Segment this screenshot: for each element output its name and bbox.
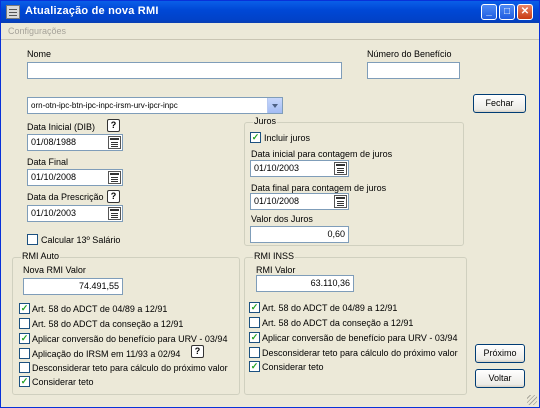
calendar-icon[interactable] <box>108 171 121 184</box>
close-button[interactable]: ✕ <box>517 4 533 20</box>
data-final-label: Data Final <box>27 157 69 167</box>
calendar-icon[interactable] <box>108 136 121 149</box>
juros-data-inicial-label: Data inicial para contagem de juros <box>251 149 393 159</box>
rmi-auto-group-title: RMI Auto <box>21 251 61 261</box>
incluir-juros-label: Incluir juros <box>264 133 311 143</box>
rmi-auto-option-checkbox[interactable] <box>19 318 30 329</box>
rmi-auto-option-label: Aplicação do IRSM em 11/93 a 02/94 <box>32 349 181 359</box>
chevron-down-icon[interactable] <box>267 98 282 113</box>
voltar-button[interactable]: Voltar <box>475 369 525 388</box>
main-window: Atualização de nova RMI _ □ ✕ Configuraç… <box>0 0 540 408</box>
rmi-inss-option-checkbox[interactable] <box>249 347 260 358</box>
rmi-inss-option-checkbox[interactable]: ✓ <box>249 332 260 343</box>
numero-beneficio-input[interactable] <box>367 62 460 79</box>
help-icon[interactable]: ? <box>107 190 120 203</box>
rmi-inss-option-label: Aplicar conversão de benefício para URV … <box>262 333 458 343</box>
indice-select-value: orn-otn-ipc-btn-ipc-inpc-irsm-urv-ipcr-i… <box>31 101 178 110</box>
rmi-auto-option-label: Art. 58 do ADCT de 04/89 a 12/91 <box>32 304 168 314</box>
rmi-valor-input[interactable]: 63.110,36 <box>256 275 354 292</box>
data-inicial-value: 01/08/1988 <box>31 137 77 147</box>
juros-data-final-value: 01/10/2008 <box>254 196 300 206</box>
rmi-auto-option-checkbox[interactable]: ✓ <box>19 303 30 314</box>
rmi-auto-option-checkbox[interactable] <box>19 362 30 373</box>
menu-configuracoes[interactable]: Configurações <box>8 26 66 36</box>
nome-label: Nome <box>27 49 52 59</box>
juros-data-final-label: Data final para contagem de juros <box>251 183 387 193</box>
valor-juros-input[interactable]: 0,60 <box>250 226 349 243</box>
calendar-icon[interactable] <box>108 207 121 220</box>
rmi-inss-option-label: Considerar teto <box>262 362 324 372</box>
valor-juros-label: Valor dos Juros <box>251 214 313 224</box>
rmi-auto-option-label: Considerar teto <box>32 377 94 387</box>
help-icon[interactable]: ? <box>107 119 120 132</box>
rmi-auto-option-label: Desconsiderar teto para cálculo do próxi… <box>32 363 228 373</box>
minimize-button[interactable]: _ <box>481 4 497 20</box>
rmi-auto-option-label: Aplicar conversão do benefício para URV … <box>32 334 228 344</box>
rmi-inss-option-label: Art. 58 do ADCT da conseção a 12/91 <box>262 318 414 328</box>
resize-grip[interactable] <box>527 395 537 405</box>
incluir-juros-checkbox[interactable]: ✓ <box>250 132 261 143</box>
calendar-icon[interactable] <box>334 162 347 175</box>
calcular-13-label: Calcular 13º Salário <box>41 235 121 245</box>
rmi-inss-group-title: RMI INSS <box>253 251 296 261</box>
numero-beneficio-label: Número do Benefício <box>367 49 452 59</box>
nome-input[interactable] <box>27 62 342 79</box>
data-inicial-label: Data Inicial (DIB) <box>27 122 96 132</box>
calendar-icon[interactable] <box>334 195 347 208</box>
data-final-value: 01/10/2008 <box>31 172 77 182</box>
nova-rmi-input[interactable]: 74.491,55 <box>23 278 123 295</box>
data-prescricao-value: 01/10/2003 <box>31 208 77 218</box>
app-icon <box>6 5 20 19</box>
nova-rmi-label: Nova RMI Valor <box>23 265 86 275</box>
rmi-valor-label: RMI Valor <box>256 265 296 275</box>
rmi-auto-option-label: Art. 58 do ADCT da conseção a 12/91 <box>32 319 184 329</box>
rmi-auto-option-checkbox[interactable]: ✓ <box>19 376 30 387</box>
rmi-inss-option-checkbox[interactable]: ✓ <box>249 302 260 313</box>
rmi-auto-option-checkbox[interactable] <box>19 348 30 359</box>
title-bar: Atualização de nova RMI _ □ ✕ <box>1 1 539 23</box>
help-icon[interactable]: ? <box>191 345 204 358</box>
menu-bar: Configurações <box>1 23 539 40</box>
rmi-inss-option-checkbox[interactable] <box>249 317 260 328</box>
proximo-button[interactable]: Próximo <box>475 344 525 363</box>
rmi-inss-option-checkbox[interactable]: ✓ <box>249 361 260 372</box>
rmi-auto-option-checkbox[interactable]: ✓ <box>19 333 30 344</box>
rmi-inss-option-label: Art. 58 do ADCT de 04/89 a 12/91 <box>262 303 398 313</box>
maximize-button[interactable]: □ <box>499 4 515 20</box>
window-title: Atualização de nova RMI <box>25 5 159 17</box>
juros-group-title: Juros <box>253 116 278 126</box>
indice-select[interactable]: orn-otn-ipc-btn-ipc-inpc-irsm-urv-ipcr-i… <box>27 97 283 114</box>
rmi-inss-option-label: Desconsiderar teto para cálculo do próxi… <box>262 348 458 358</box>
juros-data-inicial-value: 01/10/2003 <box>254 163 300 173</box>
calcular-13-checkbox[interactable] <box>27 234 38 245</box>
fechar-button[interactable]: Fechar <box>473 94 526 113</box>
data-prescricao-label: Data da Prescrição <box>27 192 104 202</box>
